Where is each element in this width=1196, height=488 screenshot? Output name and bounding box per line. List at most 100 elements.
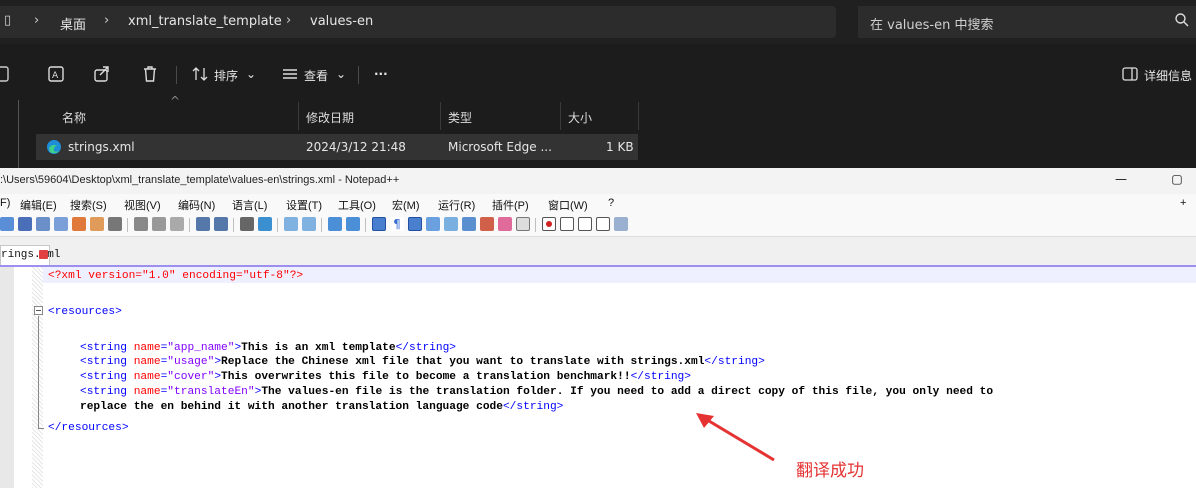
view-icon[interactable] — [280, 64, 300, 84]
search-icon[interactable] — [1174, 12, 1190, 28]
new-icon[interactable] — [0, 64, 14, 84]
column-header-size[interactable]: 大小 — [568, 109, 592, 126]
chevron-down-icon[interactable]: ⌄ — [246, 67, 256, 81]
menu-window[interactable]: 窗口(W) — [548, 197, 588, 213]
editor-toolbar: ¶ — [0, 214, 1196, 237]
toolbar-divider — [189, 218, 190, 232]
menu-help[interactable]: ? — [608, 197, 614, 209]
redo-icon[interactable] — [214, 217, 228, 231]
address-bar[interactable] — [0, 6, 836, 38]
show-all-chars-icon[interactable]: ¶ — [390, 217, 404, 231]
zoom-in-icon[interactable] — [284, 217, 298, 231]
view-button[interactable]: 查看 — [304, 67, 328, 84]
file-row[interactable]: strings.xml 2024/3/12 21:48 Microsoft Ed… — [36, 134, 638, 160]
doc-map-icon[interactable] — [444, 217, 458, 231]
save-icon[interactable] — [36, 217, 50, 231]
close-tab-icon[interactable] — [39, 250, 48, 259]
menu-language[interactable]: 语言(L) — [232, 197, 267, 213]
toolbar-divider — [176, 66, 177, 84]
play-macro-icon[interactable] — [578, 217, 592, 231]
replace-icon[interactable] — [258, 217, 272, 231]
nav-pane-icon[interactable]: ▯ — [4, 13, 11, 28]
sync-v-icon[interactable] — [328, 217, 342, 231]
breadcrumb-item-values-en[interactable]: values-en — [310, 14, 373, 29]
file-modified: 2024/3/12 21:48 — [306, 140, 406, 154]
search-input[interactable]: 在 values-en 中搜索 — [870, 14, 993, 33]
column-divider[interactable] — [298, 102, 299, 130]
zoom-out-icon[interactable] — [302, 217, 316, 231]
column-header-name[interactable]: 名称 — [62, 109, 86, 126]
stop-macro-icon[interactable] — [560, 217, 574, 231]
more-options-button[interactable]: ··· — [374, 67, 388, 81]
menu-file[interactable]: F) — [0, 197, 10, 209]
sync-h-icon[interactable] — [346, 217, 360, 231]
details-button[interactable]: 详细信息 — [1144, 67, 1192, 84]
udl-icon[interactable] — [426, 217, 440, 231]
code-editor[interactable]: <?xml version="1.0" encoding="utf-8"?> <… — [0, 267, 1196, 488]
save-macro-icon[interactable] — [614, 217, 628, 231]
chevron-down-icon[interactable]: ⌄ — [336, 67, 346, 81]
delete-icon[interactable] — [140, 64, 160, 84]
menu-settings[interactable]: 设置(T) — [286, 197, 322, 213]
breadcrumb-item-desktop[interactable]: 桌面 — [60, 14, 86, 33]
search-box[interactable]: 在 values-en 中搜索 — [858, 6, 1196, 38]
menu-search[interactable]: 搜索(S) — [70, 197, 107, 213]
code-line-string-usage: <string name="usage">Replace the Chinese… — [80, 356, 765, 368]
annotation-arrow — [696, 413, 775, 462]
menu-encoding[interactable]: 编码(N) — [178, 197, 215, 213]
undo-icon[interactable] — [196, 217, 210, 231]
maximize-button[interactable]: ▢ — [1165, 172, 1189, 190]
print-icon[interactable] — [108, 217, 122, 231]
column-divider[interactable] — [560, 102, 561, 130]
record-macro-icon[interactable] — [542, 217, 556, 231]
folder-icon[interactable] — [498, 217, 512, 231]
close-all-icon[interactable] — [90, 217, 104, 231]
window-title: :\Users\59604\Desktop\xml_translate_temp… — [0, 174, 400, 186]
find-icon[interactable] — [240, 217, 254, 231]
code-line-xml-declaration: <?xml version="1.0" encoding="utf-8"?> — [48, 270, 304, 282]
menu-bar: F) 编辑(E) 搜索(S) 视图(V) 编码(N) 语言(L) 设置(T) 工… — [0, 194, 1196, 214]
line-number-gutter — [0, 267, 14, 488]
open-file-icon[interactable] — [18, 217, 32, 231]
fold-toggle-icon[interactable] — [34, 306, 43, 315]
close-icon[interactable] — [72, 217, 86, 231]
column-divider[interactable] — [638, 102, 639, 130]
word-wrap-icon[interactable] — [372, 217, 386, 231]
menu-tools[interactable]: 工具(O) — [338, 197, 376, 213]
share-icon[interactable] — [92, 64, 112, 84]
sort-icon[interactable] — [190, 64, 210, 84]
details-pane-icon[interactable] — [1120, 64, 1140, 84]
toolbar-divider — [535, 218, 536, 232]
chevron-right-icon: › — [286, 13, 292, 28]
tab-label: rings.xml — [1, 249, 61, 261]
sort-button[interactable]: 排序 — [214, 67, 238, 84]
function-list-icon[interactable] — [462, 217, 476, 231]
monitoring-icon[interactable] — [516, 217, 530, 231]
menu-plugins[interactable]: 插件(P) — [492, 197, 529, 213]
breadcrumb-item-folder[interactable]: xml_translate_template — [128, 14, 282, 29]
new-file-icon[interactable] — [0, 217, 14, 231]
menu-edit[interactable]: 编辑(E) — [20, 197, 57, 213]
column-header-modified[interactable]: 修改日期 — [306, 109, 354, 126]
menu-run[interactable]: 运行(R) — [438, 197, 475, 213]
annotation-label: 翻译成功 — [796, 461, 864, 481]
file-type: Microsoft Edge ... — [448, 140, 552, 154]
menu-plus[interactable]: + — [1180, 197, 1186, 209]
copy-icon[interactable] — [152, 217, 166, 231]
menu-view[interactable]: 视图(V) — [124, 197, 161, 213]
run-macro-multiple-icon[interactable] — [596, 217, 610, 231]
save-all-icon[interactable] — [54, 217, 68, 231]
paste-icon[interactable] — [170, 217, 184, 231]
svg-text:A: A — [52, 71, 59, 81]
tab-strings-xml[interactable]: rings.xml — [0, 245, 60, 265]
column-divider[interactable] — [440, 102, 441, 130]
rename-icon[interactable]: A — [46, 64, 66, 84]
minimize-button[interactable]: — — [1109, 172, 1133, 190]
nav-pane-divider[interactable] — [18, 100, 19, 168]
indent-guide-icon[interactable] — [408, 217, 422, 231]
menu-macro[interactable]: 宏(M) — [392, 197, 420, 213]
cut-icon[interactable] — [134, 217, 148, 231]
folder-workspace-icon[interactable] — [480, 217, 494, 231]
toolbar-divider — [127, 218, 128, 232]
column-header-type[interactable]: 类型 — [448, 109, 472, 126]
